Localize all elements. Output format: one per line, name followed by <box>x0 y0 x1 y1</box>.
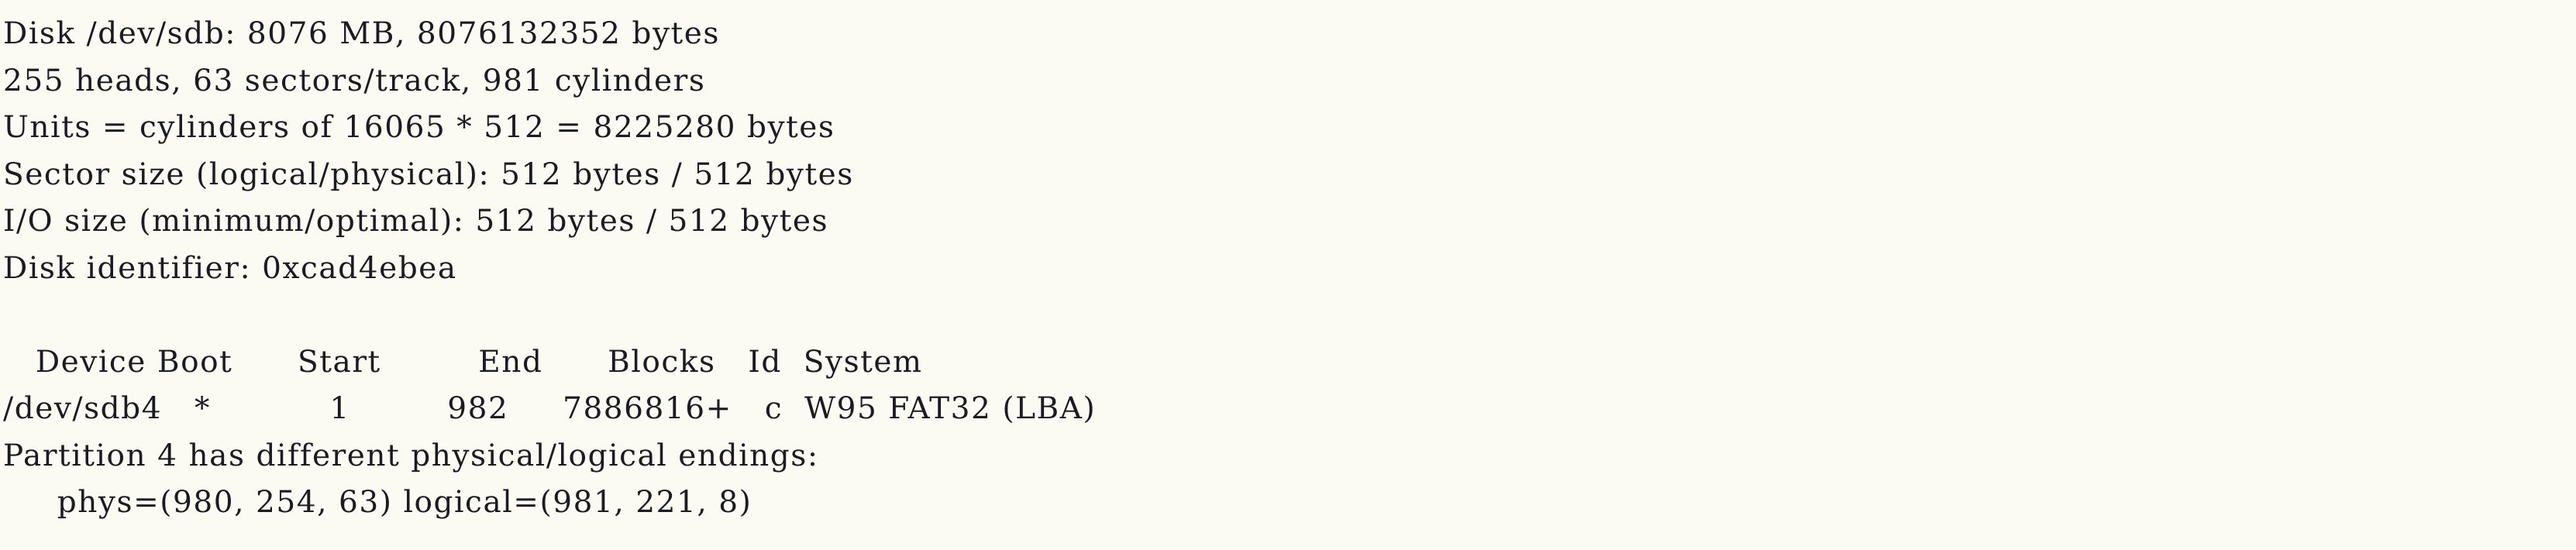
terminal-line-disk-summary: Disk /dev/sdb: 8076 MB, 8076132352 bytes <box>3 16 720 51</box>
terminal-line-warning-chs: phys=(980, 254, 63) logical=(981, 221, 8… <box>3 485 752 520</box>
terminal-line-geometry: 255 heads, 63 sectors/track, 981 cylinde… <box>3 63 706 98</box>
terminal-line-io-size: I/O size (minimum/optimal): 512 bytes / … <box>3 204 829 239</box>
terminal-line-disk-identifier: Disk identifier: 0xcad4ebea <box>3 250 457 286</box>
terminal-line-warning-partition: Partition 4 has different physical/logic… <box>3 438 819 473</box>
terminal-line-spacer <box>3 292 2576 339</box>
partition-table-header-row: Device Boot Start End Blocks Id System <box>3 344 923 380</box>
partition-table-row: /dev/sdb4 * 1 982 7886816+ c W95 FAT32 (… <box>3 391 1097 426</box>
terminal-line-sector-size: Sector size (logical/physical): 512 byte… <box>3 156 854 192</box>
terminal-output-pane: Disk /dev/sdb: 8076 MB, 8076132352 bytes… <box>0 0 2576 550</box>
terminal-line-units: Units = cylinders of 16065 * 512 = 82252… <box>3 110 835 145</box>
